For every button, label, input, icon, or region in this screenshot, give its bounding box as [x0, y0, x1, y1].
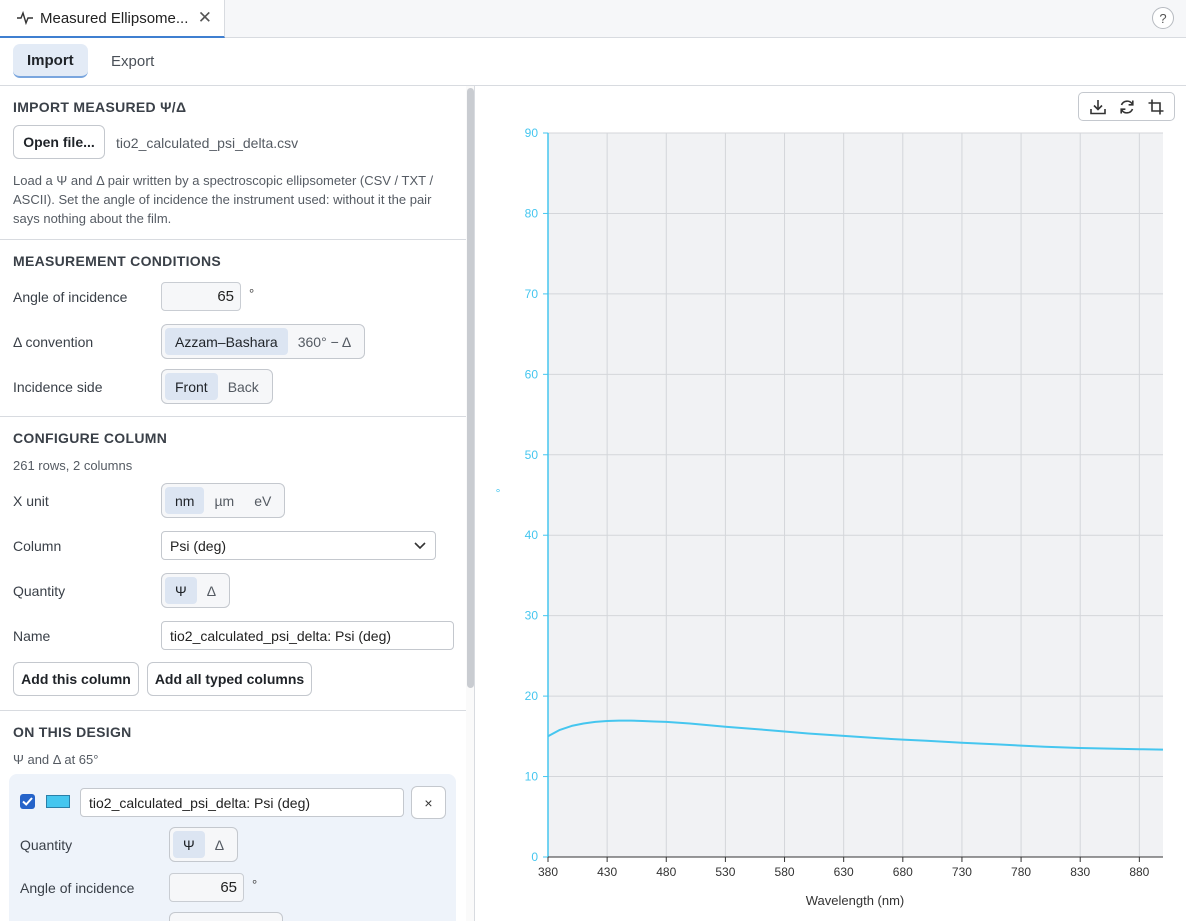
visibility-checkbox[interactable]: [20, 794, 35, 809]
x-tick-label: 730: [952, 865, 972, 879]
refresh-icon[interactable]: [1118, 98, 1136, 116]
add-all-columns-button[interactable]: Add all typed columns: [147, 662, 312, 696]
column-name-input[interactable]: tio2_calculated_psi_delta: Psi (deg): [161, 621, 454, 650]
sub-tab-bar: Import Export: [0, 38, 1186, 86]
x-tick-label: 830: [1070, 865, 1090, 879]
close-icon[interactable]: ✕: [198, 8, 212, 28]
x-tick-label: 480: [656, 865, 676, 879]
x-tick-label: 430: [597, 865, 617, 879]
column-select-value: Psi (deg): [170, 537, 227, 554]
y-tick-label: 40: [525, 528, 539, 542]
incidence-side-toggle: Front Back: [161, 369, 273, 404]
y-axis-label: °: [496, 486, 501, 500]
tab-import[interactable]: Import: [13, 44, 88, 78]
delta-option-azzam[interactable]: Azzam–Bashara: [165, 328, 288, 355]
x-unit-label: X unit: [13, 493, 49, 509]
import-panel: IMPORT MEASURED Ψ/Δ Open file... tio2_ca…: [0, 86, 466, 921]
unit-option-nm[interactable]: nm: [165, 487, 205, 514]
item-aoi-label: Angle of incidence: [20, 880, 135, 896]
item-quantity-label: Quantity: [20, 837, 73, 853]
open-file-button[interactable]: Open file...: [13, 125, 105, 159]
item-next-toggle[interactable]: [169, 912, 283, 921]
item-quantity-toggle: Ψ Δ: [169, 827, 239, 862]
y-tick-label: 0: [531, 850, 538, 864]
chart-panel: 0 10 20 30 40 50 60 70 80 90 380 430 480 530 580 630 68…: [476, 86, 1186, 921]
column-select[interactable]: Psi (deg): [161, 531, 436, 560]
import-section: IMPORT MEASURED Ψ/Δ Open file... tio2_ca…: [0, 86, 466, 240]
item-aoi-unit: °: [252, 877, 258, 892]
y-tick-label: 20: [525, 689, 539, 703]
quantity-option-delta[interactable]: Δ: [197, 577, 226, 604]
name-label: Name: [13, 628, 51, 644]
waveform-icon: [17, 10, 33, 26]
left-panel-scrollbar[interactable]: [466, 86, 475, 921]
chevron-down-icon: [414, 542, 426, 550]
y-tick-label: 80: [525, 206, 539, 220]
unit-option-um[interactable]: µm: [204, 487, 244, 514]
delta-convention-label: Δ convention: [13, 334, 94, 350]
quantity-toggle: Ψ Δ: [161, 573, 231, 608]
y-tick-label: 50: [525, 448, 539, 462]
side-option-back[interactable]: Back: [218, 373, 269, 400]
x-tick-label: 580: [775, 865, 795, 879]
y-tick-label: 60: [525, 367, 539, 381]
x-tick-label: 380: [538, 865, 558, 879]
chart-toolbar: [1078, 92, 1175, 121]
column-label: Column: [13, 538, 62, 554]
add-column-button[interactable]: Add this column: [13, 662, 139, 696]
y-tick-label: 90: [525, 126, 539, 140]
x-tick-label: 680: [893, 865, 913, 879]
x-tick-label: 880: [1129, 865, 1149, 879]
x-tick-label: 630: [834, 865, 854, 879]
aoi-label: Angle of incidence: [13, 289, 128, 305]
x-axis-label: Wavelength (nm): [806, 893, 905, 908]
side-option-front[interactable]: Front: [165, 373, 218, 400]
section-title: ON THIS DESIGN: [13, 724, 132, 740]
delta-option-360[interactable]: 360° − Δ: [288, 328, 362, 355]
row-summary: 261 rows, 2 columns: [13, 458, 133, 473]
incidence-side-label: Incidence side: [13, 379, 103, 395]
tab-title: Measured Ellipsome...: [40, 9, 189, 27]
scrollbar-thumb[interactable]: [467, 88, 474, 688]
remove-series-button[interactable]: ×: [411, 786, 446, 819]
aoi-unit: °: [249, 286, 255, 301]
file-name: tio2_calculated_psi_delta.csv: [116, 135, 299, 151]
series-color-swatch[interactable]: [46, 795, 70, 808]
quantity-option-psi[interactable]: Ψ: [165, 577, 197, 604]
x-unit-toggle: nm µm eV: [161, 483, 286, 518]
tab-bar: Measured Ellipsome... ✕ ?: [0, 0, 1186, 38]
quantity-label: Quantity: [13, 583, 66, 599]
section-title: MEASUREMENT CONDITIONS: [13, 253, 222, 269]
x-tick-label: 530: [715, 865, 735, 879]
help-button[interactable]: ?: [1152, 7, 1174, 29]
y-tick-label: 70: [525, 287, 539, 301]
download-icon[interactable]: [1089, 98, 1107, 116]
item-quantity-option-psi[interactable]: Ψ: [173, 831, 205, 858]
check-icon: [22, 797, 33, 806]
tab-export[interactable]: Export: [97, 44, 168, 78]
unit-option-ev[interactable]: eV: [244, 487, 281, 514]
design-item-card: tio2_calculated_psi_delta: Psi (deg) × Q…: [9, 774, 456, 921]
item-aoi-input[interactable]: 65: [169, 873, 244, 902]
import-help: Load a Ψ and Δ pair written by a spectro…: [13, 173, 434, 226]
section-title: IMPORT MEASURED Ψ/Δ: [13, 99, 187, 115]
series-name-input[interactable]: tio2_calculated_psi_delta: Psi (deg): [80, 788, 404, 817]
psi-chart[interactable]: 0 10 20 30 40 50 60 70 80 90 380 430 480 530 580 630 68…: [476, 86, 1186, 921]
section-title: CONFIGURE COLUMN: [13, 430, 168, 446]
delta-convention-toggle: Azzam–Bashara 360° − Δ: [161, 324, 366, 359]
tab-measured-ellipsometry[interactable]: Measured Ellipsome... ✕: [0, 0, 225, 38]
conditions-section: MEASUREMENT CONDITIONS Angle of incidenc…: [0, 240, 466, 417]
y-tick-label: 10: [525, 770, 539, 784]
crop-icon[interactable]: [1147, 98, 1165, 116]
x-tick-label: 780: [1011, 865, 1031, 879]
configure-section: CONFIGURE COLUMN 261 rows, 2 columns X u…: [0, 417, 466, 711]
design-subtitle: Ψ and Δ at 65°: [13, 752, 99, 767]
y-tick-label: 30: [525, 609, 539, 623]
item-quantity-option-delta[interactable]: Δ: [205, 831, 234, 858]
aoi-input[interactable]: 65: [161, 282, 241, 311]
